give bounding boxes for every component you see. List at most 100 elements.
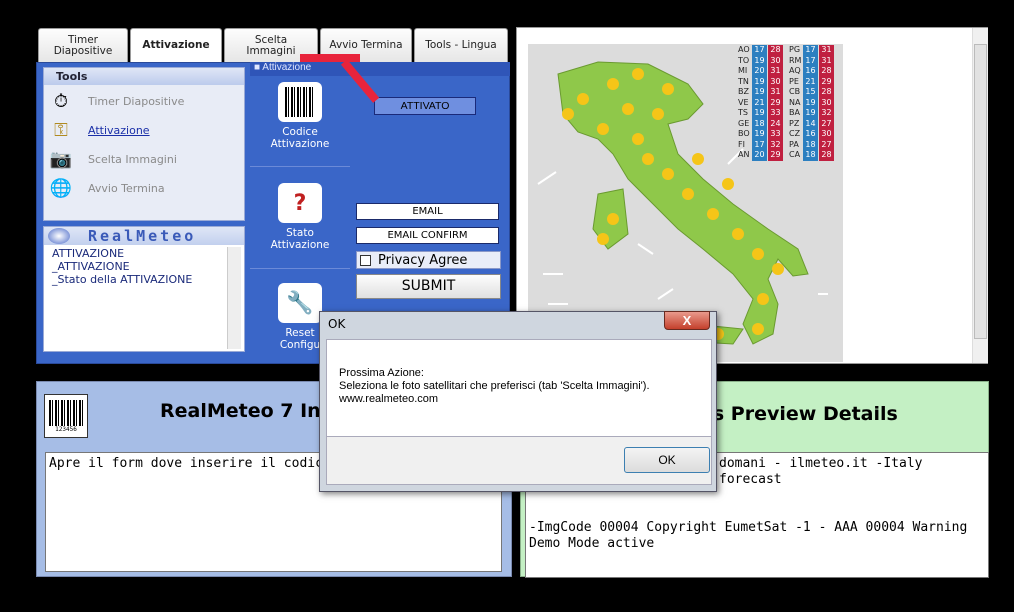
- dialog-body: Prossima Azione: Seleziona le foto satel…: [326, 339, 712, 437]
- dialog-line: Prossima Azione:: [339, 367, 424, 379]
- log-line: _ATTIVAZIONE: [52, 260, 130, 273]
- max-temp: 29: [768, 150, 783, 161]
- city-row: FI 17 32 PA 18 27: [738, 139, 842, 150]
- city-row: AO 17 28 PG 17 31: [738, 45, 842, 56]
- close-button[interactable]: X: [664, 311, 710, 330]
- tool-item-timer-diapositive[interactable]: ⏱ Timer Diapositive: [48, 88, 242, 114]
- city-code: RM: [789, 55, 802, 65]
- tool-item-avvio-termina[interactable]: 🌐 Avvio Termina: [48, 175, 242, 201]
- email-confirm-field[interactable]: EMAIL CONFIRM: [356, 227, 499, 244]
- privacy-agree-checkbox[interactable]: Privacy Agree: [356, 251, 501, 269]
- min-temp: 19: [752, 108, 767, 119]
- tool-item-label: Scelta Immagini: [88, 152, 177, 166]
- log-line: _Stato della ATTIVAZIONE: [52, 273, 193, 286]
- city-code: VE: [738, 97, 749, 107]
- min-temp: 21: [803, 76, 818, 87]
- max-temp: 31: [819, 45, 834, 56]
- message-dialog: OK X Prossima Azione: Seleziona le foto …: [319, 311, 717, 492]
- city-code: BZ: [738, 87, 749, 96]
- min-temp: 17: [803, 45, 818, 56]
- preview-details-title: es Preview Details: [700, 403, 898, 425]
- camera-icon: 📷: [49, 148, 73, 169]
- min-temp: 17: [803, 55, 818, 66]
- min-temp: 21: [752, 97, 767, 108]
- max-temp: 33: [768, 129, 783, 140]
- keys-icon: ⚿: [54, 119, 68, 140]
- city-row: TS 19 33 BA 19 32: [738, 108, 842, 119]
- max-temp: 29: [768, 97, 783, 108]
- tool-item-label: Avvio Termina: [88, 181, 165, 195]
- ok-button[interactable]: OK: [624, 447, 710, 473]
- min-temp: 18: [752, 118, 767, 129]
- stato-attivazione-button[interactable]: ? Stato Attivazione: [250, 183, 350, 251]
- city-code: AQ: [789, 66, 801, 75]
- help-person-icon: ?: [278, 183, 322, 223]
- city-row: BZ 19 31 CB 15 28: [738, 87, 842, 98]
- codice-attivazione-button[interactable]: Codice Attivazione: [250, 82, 350, 150]
- max-temp: 31: [768, 87, 783, 98]
- max-temp: 31: [768, 66, 783, 77]
- dialog-footer: OK: [326, 437, 712, 485]
- tab-attivazione[interactable]: Attivazione: [130, 28, 222, 62]
- preview-scrollbar[interactable]: [972, 28, 988, 363]
- tool-item-attivazione[interactable]: ⚿ Attivazione: [48, 117, 242, 143]
- tab-label: Avvio Termina: [329, 39, 403, 51]
- tool-item-scelta-immagini[interactable]: 📷 Scelta Immagini: [48, 146, 242, 172]
- min-temp: 19: [752, 129, 767, 140]
- max-temp: 28: [819, 150, 834, 161]
- city-code: TS: [738, 108, 748, 117]
- section-header: ■ Attivazione: [250, 62, 510, 76]
- barcode-bars: [49, 399, 83, 426]
- tools-header: Tools: [44, 68, 244, 85]
- city-code: BO: [738, 129, 750, 138]
- max-temp: 30: [819, 97, 834, 108]
- dialog-line: Seleziona le foto satellitari che prefer…: [339, 380, 650, 392]
- tools-box: Tools ⏱ Timer Diapositive ⚿ Attivazione …: [43, 67, 245, 221]
- min-temp: 17: [752, 139, 767, 150]
- tab-label: Tools - Lingua: [425, 39, 497, 51]
- min-temp: 18: [803, 139, 818, 150]
- min-temp: 20: [752, 66, 767, 77]
- min-temp: 14: [803, 118, 818, 129]
- city-row: VE 21 29 NA 19 30: [738, 97, 842, 108]
- city-code: PE: [789, 76, 799, 86]
- city-code: AN: [738, 150, 750, 159]
- city-code: PZ: [789, 118, 800, 128]
- tab-tools-lingua[interactable]: Tools - Lingua: [414, 28, 508, 62]
- city-code: FI: [738, 139, 745, 149]
- city-code: CA: [789, 150, 801, 159]
- email-field[interactable]: EMAIL: [356, 203, 499, 220]
- city-code: CZ: [789, 129, 801, 138]
- realmeteo-header: RealMeteo: [44, 227, 244, 245]
- activation-status-field: ATTIVATO: [374, 97, 476, 115]
- min-temp: 18: [803, 150, 818, 161]
- divider: [250, 166, 350, 167]
- stopwatch-icon: ⏱: [53, 90, 69, 111]
- checkbox-box[interactable]: [360, 254, 371, 266]
- realmeteo-log: ATTIVAZIONE _ATTIVAZIONE _Stato della AT…: [52, 247, 192, 286]
- tab-strip: Timer Diapositive Attivazione Scelta Imm…: [36, 26, 510, 62]
- tool-item-label: Timer Diapositive: [88, 94, 185, 108]
- city-code: TN: [738, 76, 749, 86]
- realmeteo-logo-icon: [48, 228, 70, 244]
- min-temp: 19: [752, 55, 767, 66]
- max-temp: 30: [768, 76, 783, 87]
- city-code: BA: [789, 108, 800, 117]
- city-code: AO: [738, 45, 750, 54]
- scrollbar-thumb[interactable]: [974, 44, 987, 339]
- city-row: BO 19 33 CZ 16 30: [738, 129, 842, 140]
- submit-button[interactable]: SUBMIT: [356, 274, 501, 299]
- realmeteo-log-box: RealMeteo ATTIVAZIONE _ATTIVAZIONE _Stat…: [43, 226, 245, 352]
- min-temp: 15: [803, 87, 818, 98]
- city-row: AN 20 29 CA 18 28: [738, 150, 842, 161]
- max-temp: 30: [768, 55, 783, 66]
- max-temp: 31: [819, 55, 834, 66]
- log-scrollbar[interactable]: [227, 247, 241, 349]
- min-temp: 17: [752, 45, 767, 56]
- city-code: TO: [738, 55, 750, 65]
- max-temp: 32: [768, 139, 783, 150]
- city-temperature-table: AO 17 28 PG 17 31 TO 19 30 RM 17 31 MI 20 31 AQ 16 28 TN 19…: [738, 45, 842, 161]
- tab-timer-diapositive[interactable]: Timer Diapositive: [38, 28, 128, 62]
- tab-label: Scelta Immagini: [246, 33, 296, 57]
- stato-label: Stato Attivazione: [270, 227, 330, 251]
